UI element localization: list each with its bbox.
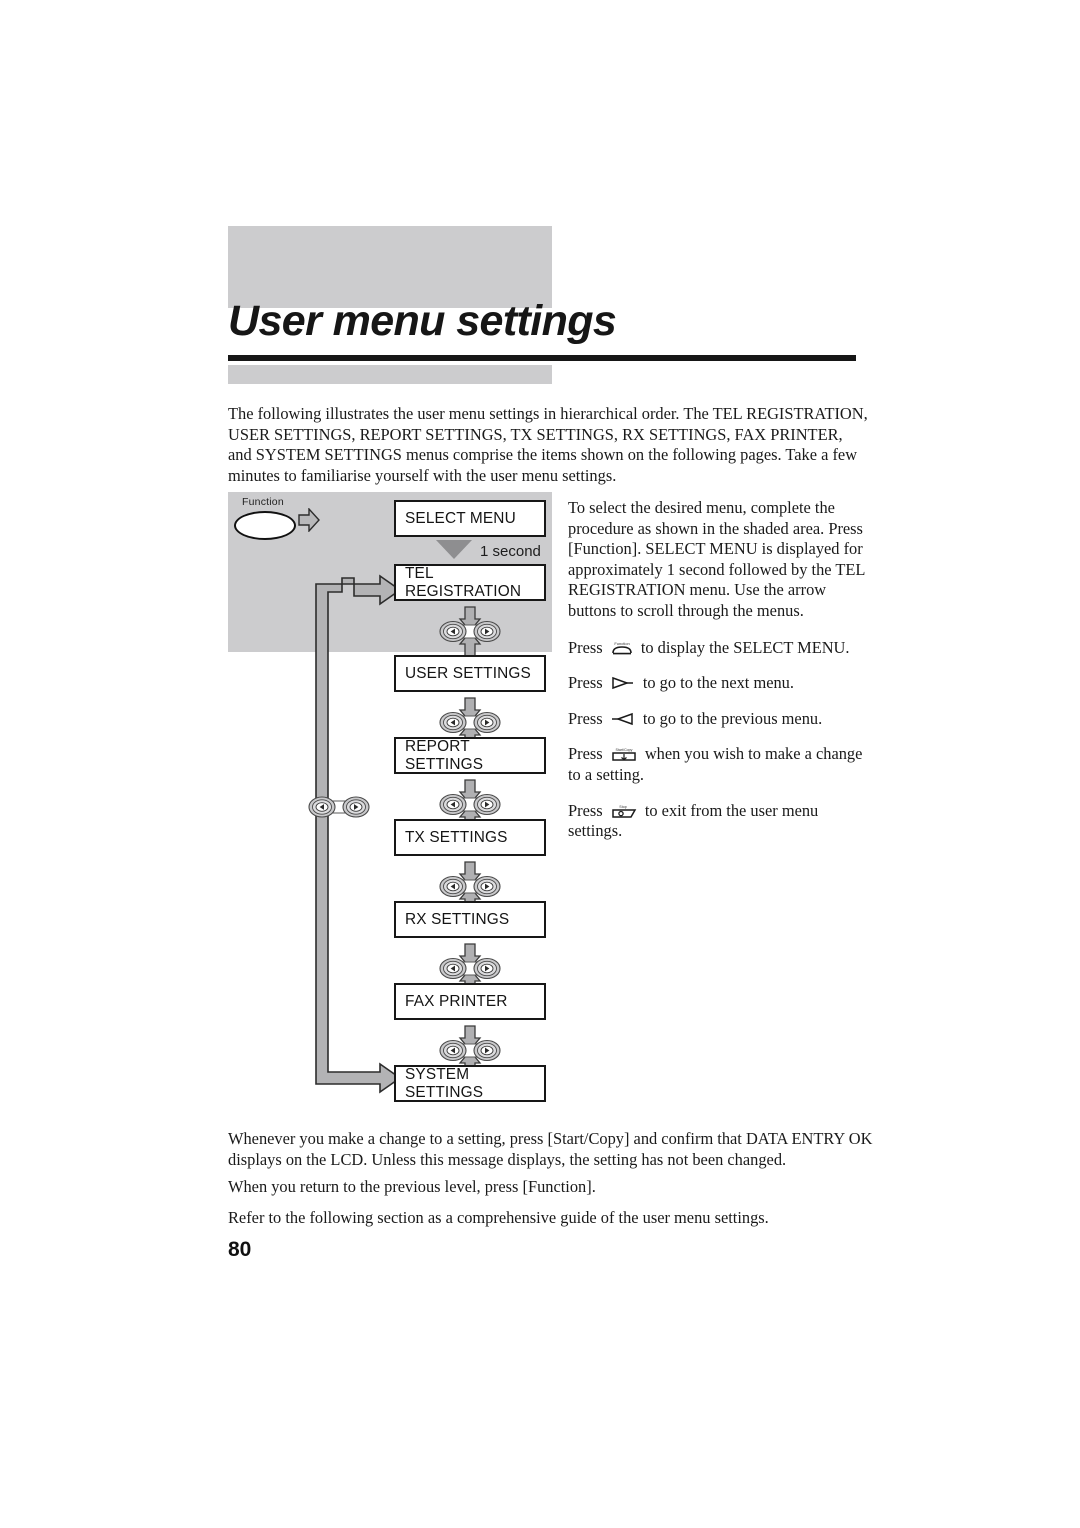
menu-box-fax-printer: FAX PRINTER — [394, 983, 546, 1020]
closing-paragraph-2: When you return to the previous level, p… — [228, 1177, 596, 1196]
instruction-prefix: Press — [568, 800, 603, 820]
stop-key-icon: Stop — [611, 805, 637, 818]
one-second-triangle-icon — [436, 540, 472, 559]
header-gray-block-bottom — [228, 365, 552, 384]
instruction-suffix: to exit from the user menu settings. — [568, 800, 819, 841]
menu-box-user-settings: USER SETTINGS — [394, 655, 546, 692]
title-rule — [228, 355, 856, 361]
instruction-prefix: Press — [568, 637, 603, 657]
one-second-label: 1 second — [480, 543, 541, 560]
instruction-suffix: to display the SELECT MENU. — [640, 637, 850, 657]
instruction-suffix: to go to the next menu. — [642, 673, 794, 693]
header-gray-block-top — [228, 226, 552, 308]
arrow-pad-icon[interactable] — [439, 605, 501, 658]
menu-box-report-settings: REPORT SETTINGS — [394, 737, 546, 774]
svg-text:Function: Function — [614, 641, 629, 646]
instruction-step: Press Start/Copy when you wish to make a… — [568, 744, 868, 785]
lcd-box-select-menu: SELECT MENU — [394, 500, 546, 537]
left-arrow-key-icon — [611, 712, 633, 725]
menu-box-tel-registration: TEL REGISTRATION — [394, 564, 546, 601]
function-key-icon: Function — [611, 641, 632, 654]
start-copy-key-icon: Start/Copy — [611, 748, 636, 762]
menu-box-tx-settings: TX SETTINGS — [394, 819, 546, 856]
closing-paragraph-1: Whenever you make a change to a setting,… — [228, 1129, 873, 1169]
instruction-suffix: to go to the previous menu. — [642, 708, 823, 728]
intro-paragraph: The following illustrates the user menu … — [228, 404, 868, 485]
function-key-label: Function — [242, 496, 284, 508]
instructions-column: To select the desired menu, complete the… — [568, 498, 868, 842]
instruction-step: Press to go to the previous menu. — [568, 709, 868, 730]
menu-box-rx-settings: RX SETTINGS — [394, 901, 546, 938]
instruction-step: Press Stop to exit from the user menu se… — [568, 801, 868, 842]
page-title: User menu settings — [228, 297, 617, 345]
closing-paragraph-3: Refer to the following section as a comp… — [228, 1208, 769, 1227]
page-number: 80 — [228, 1238, 252, 1261]
instruction-step: Press to go to the next menu. — [568, 673, 868, 694]
menu-box-system-settings: SYSTEM SETTINGS — [394, 1065, 546, 1102]
instructions-intro: To select the desired menu, complete the… — [568, 498, 865, 620]
arrow-pad-loop-icon[interactable] — [308, 792, 370, 822]
function-key-oval-icon[interactable] — [234, 511, 296, 540]
instruction-prefix: Press — [568, 708, 603, 728]
arrow-right-block-icon — [298, 508, 320, 532]
instruction-prefix: Press — [568, 673, 603, 693]
svg-text:Stop: Stop — [619, 805, 626, 809]
svg-text:Start/Copy: Start/Copy — [615, 748, 632, 752]
instruction-prefix: Press — [568, 744, 603, 764]
instruction-step: Press Function to display the SELECT MEN… — [568, 638, 868, 659]
right-arrow-key-icon — [611, 677, 633, 690]
